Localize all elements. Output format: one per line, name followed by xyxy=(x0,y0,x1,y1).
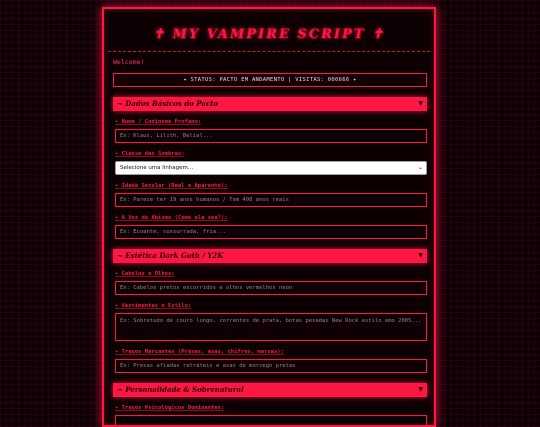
class-select[interactable]: Selecione uma linhagem... ⌄ xyxy=(115,161,427,175)
chevron-down-icon: ⌄ xyxy=(417,164,423,171)
field-label: ✦ Traços Psicológicos Dominantes: xyxy=(115,405,225,411)
field-label: ✦ Cabelos e Olhos: xyxy=(115,271,175,277)
field-clothing: ✦ Vestimentas e Estilo: Ex: Sobretudo de… xyxy=(115,302,427,341)
field-label: ✦ Idade Secular (Real e Aparente): xyxy=(115,183,228,189)
section-header-aesthetic[interactable]: ~ Estética Dark Goth / Y2K ▼ xyxy=(113,249,427,263)
field-label: ✦ A Voz do Abismo (Como ela soa?): xyxy=(115,215,228,221)
field-label: ✦ Traços Marcantes (Presas, asas, chifre… xyxy=(115,349,284,355)
section-header-personality[interactable]: ~ Personalidade & Sobrenatural ▼ xyxy=(113,383,427,397)
form-window: ✝ MY VAMPIRE SCRIPT ✝ Welcome! ✦ STATUS:… xyxy=(102,7,436,427)
age-input[interactable]: Ex: Parece ter 19 anos humanos / Tem 400… xyxy=(115,193,427,207)
title-divider xyxy=(108,51,430,52)
chevron-down-icon: ▼ xyxy=(418,386,423,393)
welcome-text: Welcome! xyxy=(113,58,145,66)
field-class: ✦ Classe das Sombras: Selecione uma linh… xyxy=(115,150,427,175)
status-bar: ✦ STATUS: PACTO EM ANDAMENTO | VISITAS: … xyxy=(113,73,427,87)
field-name: ✦ Nome / Codinome Profano: Ex: Klaus, Li… xyxy=(115,118,427,143)
field-hair-eyes: ✦ Cabelos e Olhos: Ex: Cabelos pretos es… xyxy=(115,270,427,295)
section-title: ~ Personalidade & Sobrenatural xyxy=(117,385,244,394)
chevron-down-icon: ▼ xyxy=(418,252,423,259)
section-header-basic-data[interactable]: ~ Dados Básicos do Pacto ▼ xyxy=(113,97,427,111)
page-title: ✝ MY VAMPIRE SCRIPT ✝ xyxy=(153,27,385,42)
field-label: ✦ Classe das Sombras: xyxy=(115,151,185,157)
field-age: ✦ Idade Secular (Real e Aparente): Ex: P… xyxy=(115,182,427,207)
field-traits: ✦ Traços Marcantes (Presas, asas, chifre… xyxy=(115,348,427,373)
chevron-down-icon: ▼ xyxy=(418,100,423,107)
field-label: ✦ Vestimentas e Estilo: xyxy=(115,303,192,309)
name-input[interactable]: Ex: Klaus, Lilith, Belial... xyxy=(115,129,427,143)
select-value: Selecione uma linhagem... xyxy=(120,165,194,171)
traits-input[interactable]: Ex: Presas afiadas retráteis e asas de m… xyxy=(115,359,427,373)
field-label: ✦ Nome / Codinome Profano: xyxy=(115,119,202,125)
psychology-input[interactable] xyxy=(115,415,427,425)
section-title: ~ Dados Básicos do Pacto xyxy=(117,99,218,108)
field-psychology: ✦ Traços Psicológicos Dominantes: xyxy=(115,404,427,425)
field-voice: ✦ A Voz do Abismo (Como ela soa?): Ex: E… xyxy=(115,214,427,239)
clothing-textarea[interactable]: Ex: Sobretudo de couro longo, correntes … xyxy=(115,313,427,341)
voice-input[interactable]: Ex: Ecoante, sussurrada, fria... xyxy=(115,225,427,239)
section-title: ~ Estética Dark Goth / Y2K xyxy=(117,251,224,260)
hair-eyes-input[interactable]: Ex: Cabelos pretos escorridos e olhos ve… xyxy=(115,281,427,295)
